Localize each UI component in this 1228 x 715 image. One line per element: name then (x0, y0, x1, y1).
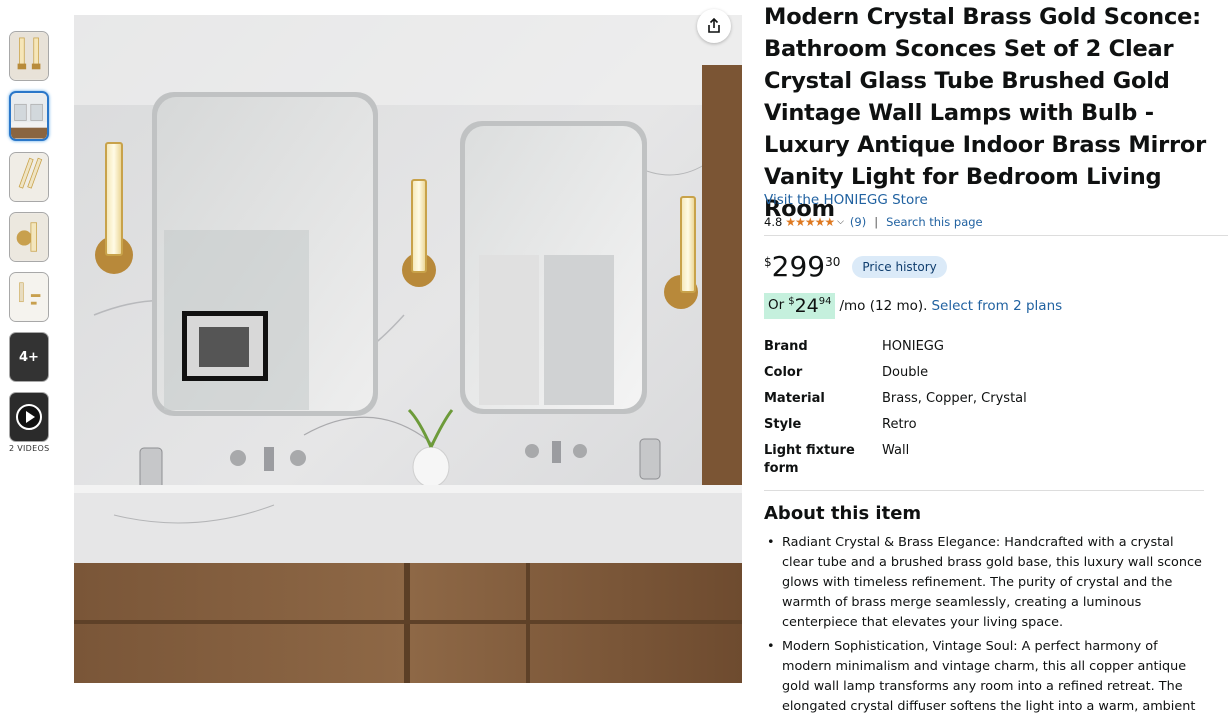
thumbnail-video[interactable] (9, 392, 49, 442)
share-icon (708, 17, 720, 33)
spec-value: HONIEGG (882, 339, 944, 354)
price-dollars: 299 (771, 250, 826, 283)
divider (764, 235, 1228, 236)
play-icon (16, 404, 42, 430)
rating-row: 4.8 ★★★★★ ⌵ (9) | Search this page (764, 215, 983, 229)
monthly-dollars: 24 (794, 295, 819, 317)
thumbnail-more[interactable]: 4+ (9, 332, 49, 382)
spec-row-light-fixture-form: Light fixture form Wall (764, 442, 1204, 478)
monthly-cents: 94 (818, 296, 832, 307)
thumbnail-1[interactable] (9, 31, 49, 81)
thumbnail-4[interactable] (9, 212, 49, 262)
monthly-price-badge: Or $ 24 94 (764, 293, 836, 319)
main-product-image[interactable] (74, 15, 742, 683)
rating-separator: | (874, 215, 879, 229)
spec-table: Brand HONIEGG Color Double Material Bras… (764, 338, 1204, 486)
select-plans-link[interactable]: Select from 2 plans (931, 298, 1062, 314)
spec-row-material: Material Brass, Copper, Crystal (764, 390, 1204, 408)
share-button[interactable] (697, 9, 731, 43)
spec-key: Brand (764, 339, 808, 354)
spec-key: Material (764, 391, 825, 406)
price-cents: 30 (825, 255, 841, 269)
spec-key: Light fixture form (764, 443, 855, 476)
thumbnail-5[interactable] (9, 272, 49, 322)
videos-count-label: 2 VIDEOS (9, 444, 50, 453)
monthly-suffix: /mo (12 mo). (839, 298, 928, 314)
thumbnail-3[interactable] (9, 152, 49, 202)
spec-value: Retro (882, 417, 917, 432)
search-page-link[interactable]: Search this page (886, 215, 983, 229)
rating-value: 4.8 (764, 215, 783, 229)
spec-value: Wall (882, 443, 910, 458)
monthly-payment-row: Or $ 24 94 /mo (12 mo). Select from 2 pl… (764, 293, 1062, 319)
store-link[interactable]: Visit the HONIEGG Store (764, 192, 928, 208)
price-history-button[interactable]: Price history (852, 256, 947, 278)
spec-value: Double (882, 365, 929, 380)
rating-count-link[interactable]: (9) (850, 215, 866, 229)
price-currency: $ (764, 255, 772, 269)
spec-key: Style (764, 417, 802, 432)
spec-key: Color (764, 365, 803, 380)
more-images-label: 4+ (19, 349, 39, 365)
monthly-prefix: Or (768, 297, 785, 313)
about-bullet: Radiant Crystal & Brass Elegance: Handcr… (764, 533, 1204, 633)
about-bullet: Modern Sophistication, Vintage Soul: A p… (764, 637, 1204, 715)
divider (764, 490, 1204, 491)
spec-row-color: Color Double (764, 364, 1204, 382)
price-row: $ 299 30 Price history (764, 250, 947, 284)
chevron-down-icon[interactable]: ⌵ (837, 217, 844, 227)
about-section-title: About this item (764, 503, 922, 524)
star-rating-icon[interactable]: ★★★★★ (785, 215, 835, 229)
thumbnail-2[interactable] (9, 91, 49, 141)
spec-value: Brass, Copper, Crystal (882, 391, 1027, 406)
spec-row-brand: Brand HONIEGG (764, 338, 1204, 356)
spec-row-style: Style Retro (764, 416, 1204, 434)
about-bullet-list: Radiant Crystal & Brass Elegance: Handcr… (764, 533, 1204, 715)
